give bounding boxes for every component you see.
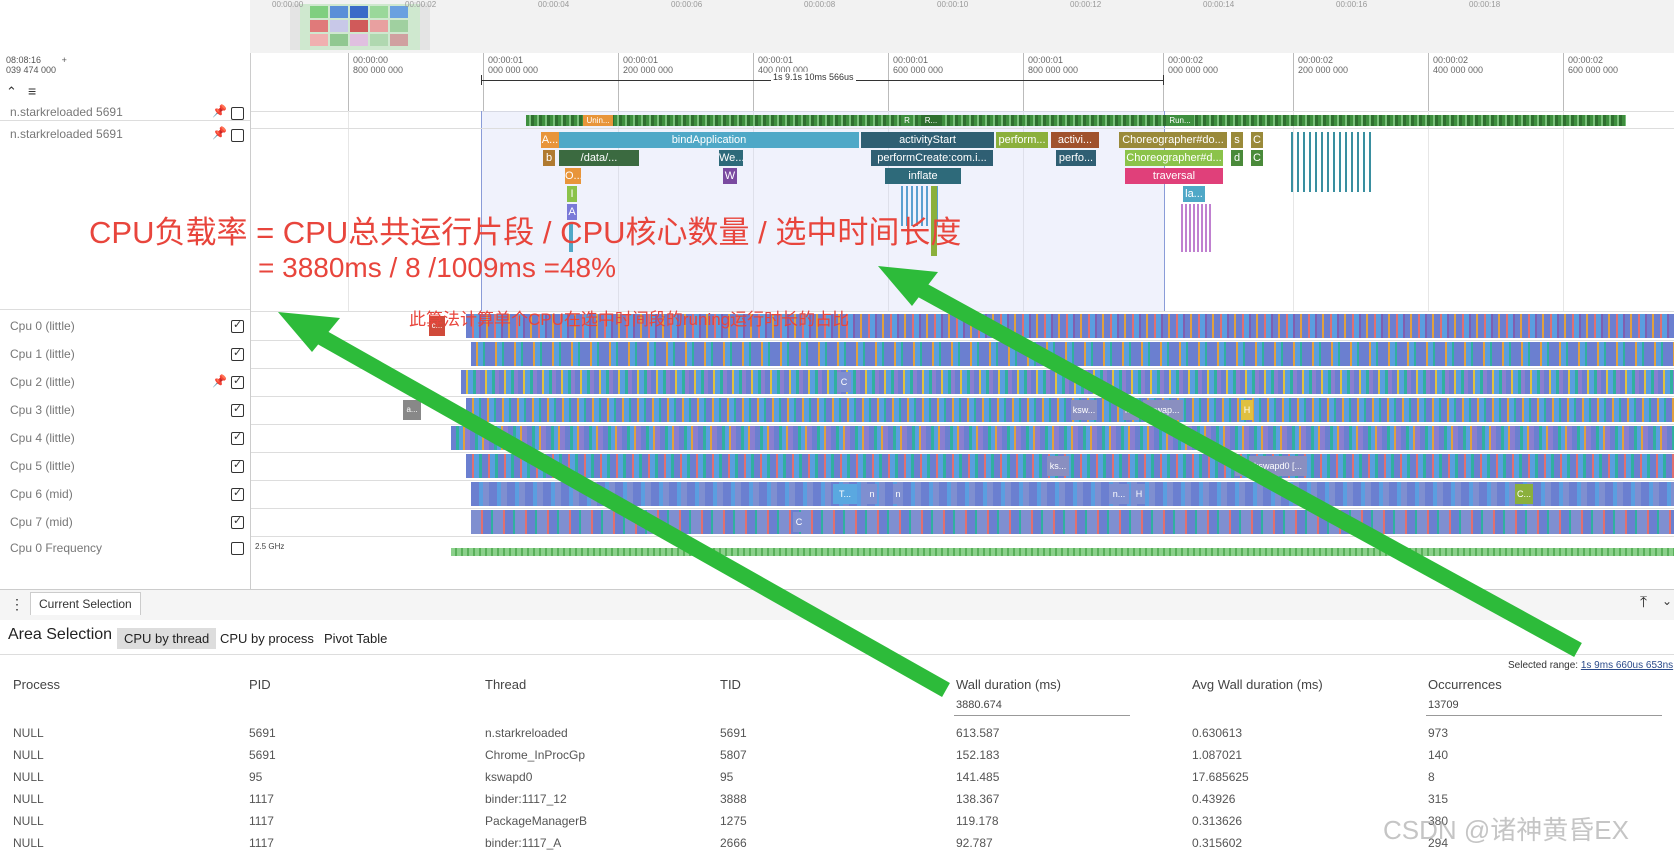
arrow-line bbox=[896, 270, 1582, 658]
arrow-line bbox=[296, 318, 950, 697]
annotation-arrows bbox=[278, 266, 1582, 697]
watermark: CSDN @诸神黄昏EX bbox=[1383, 815, 1629, 845]
annotation-calculation: = 3880ms / 8 /1009ms =48% bbox=[258, 252, 616, 283]
annotation-note: 此算法计算单个CPU在选中时间段的runing运行时长的占比 bbox=[409, 310, 850, 329]
annotation-formula: CPU负载率 = CPU总共运行片段 / CPU核心数量 / 选中时间长度 bbox=[89, 215, 962, 250]
